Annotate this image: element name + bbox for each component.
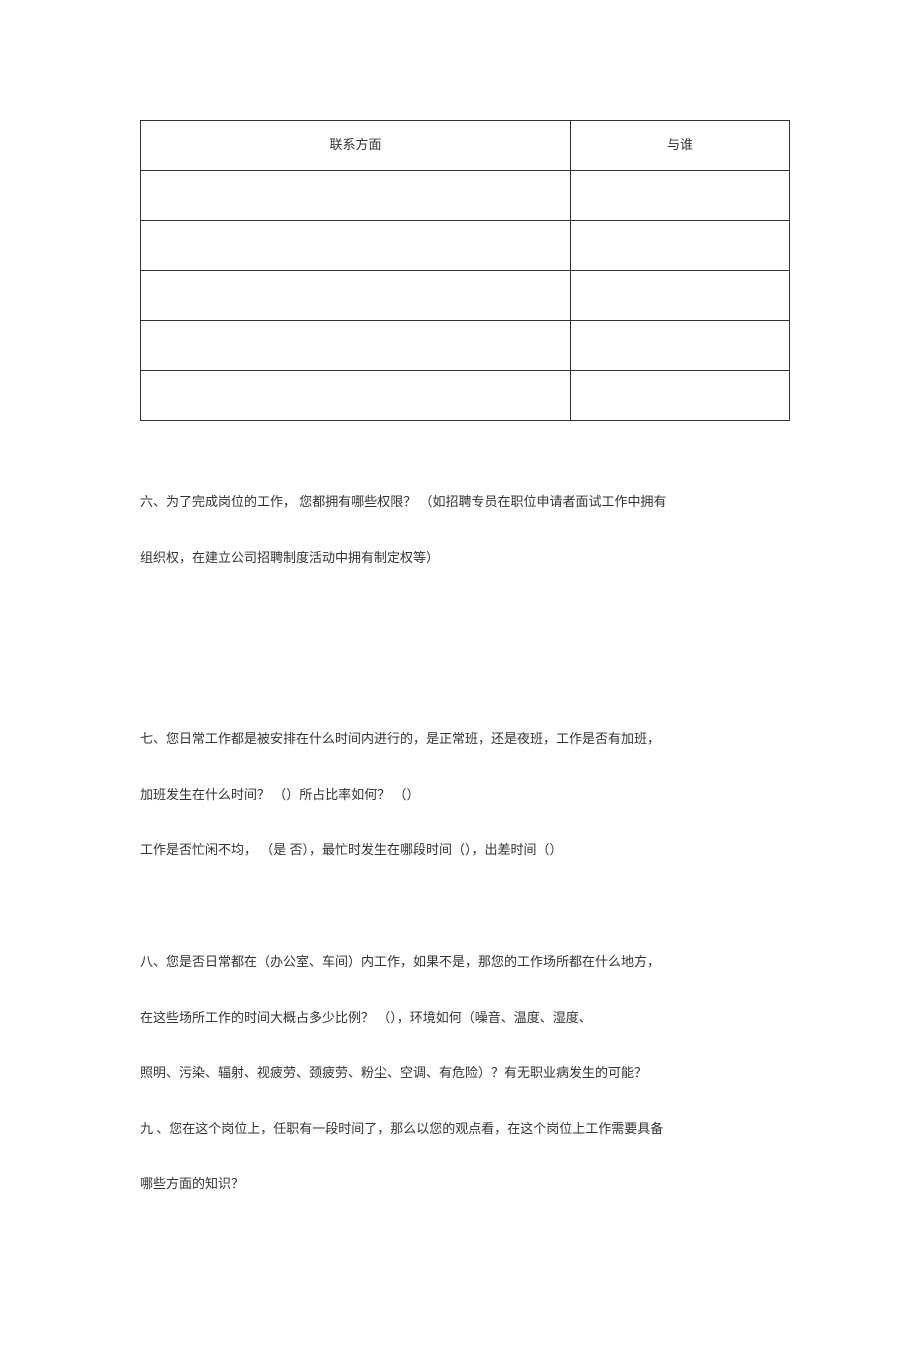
question-text: 照明、污染、辐射、视疲劳、颈疲劳、粉尘、空调、有危险）？有无职业病发生的可能？ — [140, 1052, 790, 1094]
question-text: 七、您日常工作都是被安排在什么时间内进行的，是正常班，还是夜班，工作是否有加班， — [140, 718, 790, 760]
table-cell — [570, 271, 789, 321]
table-row — [141, 221, 790, 271]
table-header-row: 联系方面 与谁 — [141, 121, 790, 171]
question-text: 在这些场所工作的时间大概占多少比例？ （），环境如何（噪音、温度、湿度、 — [140, 997, 790, 1039]
table-cell — [570, 221, 789, 271]
table-row — [141, 371, 790, 421]
table-cell — [570, 371, 789, 421]
question-text: 六、为了完成岗位的工作， 您都拥有哪些权限？ （如招聘专员在职位申请者面试工作中… — [140, 481, 790, 523]
question-seven: 七、您日常工作都是被安排在什么时间内进行的，是正常班，还是夜班，工作是否有加班，… — [140, 718, 790, 871]
table-cell — [141, 321, 571, 371]
question-text: 八、您是否日常都在（办公室、车间）内工作，如果不是，那您的工作场所都在什么地方， — [140, 941, 790, 983]
question-text: 九 、您在这个岗位上，任职有一段时间了，那么以您的观点看，在这个岗位上工作需要具… — [140, 1108, 790, 1150]
spacer — [140, 911, 790, 941]
table-header-col2: 与谁 — [570, 121, 789, 171]
table-row — [141, 271, 790, 321]
table-cell — [141, 271, 571, 321]
contact-table: 联系方面 与谁 — [140, 120, 790, 421]
question-eight: 八、您是否日常都在（办公室、车间）内工作，如果不是，那您的工作场所都在什么地方，… — [140, 941, 790, 1205]
table-row — [141, 171, 790, 221]
table-cell — [141, 371, 571, 421]
question-six: 六、为了完成岗位的工作， 您都拥有哪些权限？ （如招聘专员在职位申请者面试工作中… — [140, 481, 790, 578]
table-cell — [141, 171, 571, 221]
table-header-col1: 联系方面 — [141, 121, 571, 171]
table-row — [141, 321, 790, 371]
spacer — [140, 618, 790, 718]
question-text: 哪些方面的知识？ — [140, 1163, 790, 1205]
table-cell — [570, 171, 789, 221]
question-text: 组织权，在建立公司招聘制度活动中拥有制定权等） — [140, 537, 790, 579]
table-cell — [141, 221, 571, 271]
question-text: 工作是否忙闲不均， （是 否），最忙时发生在哪段时间（），出差时间（） — [140, 829, 790, 871]
table-cell — [570, 321, 789, 371]
question-text: 加班发生在什么时间？ （）所占比率如何？ （） — [140, 774, 790, 816]
